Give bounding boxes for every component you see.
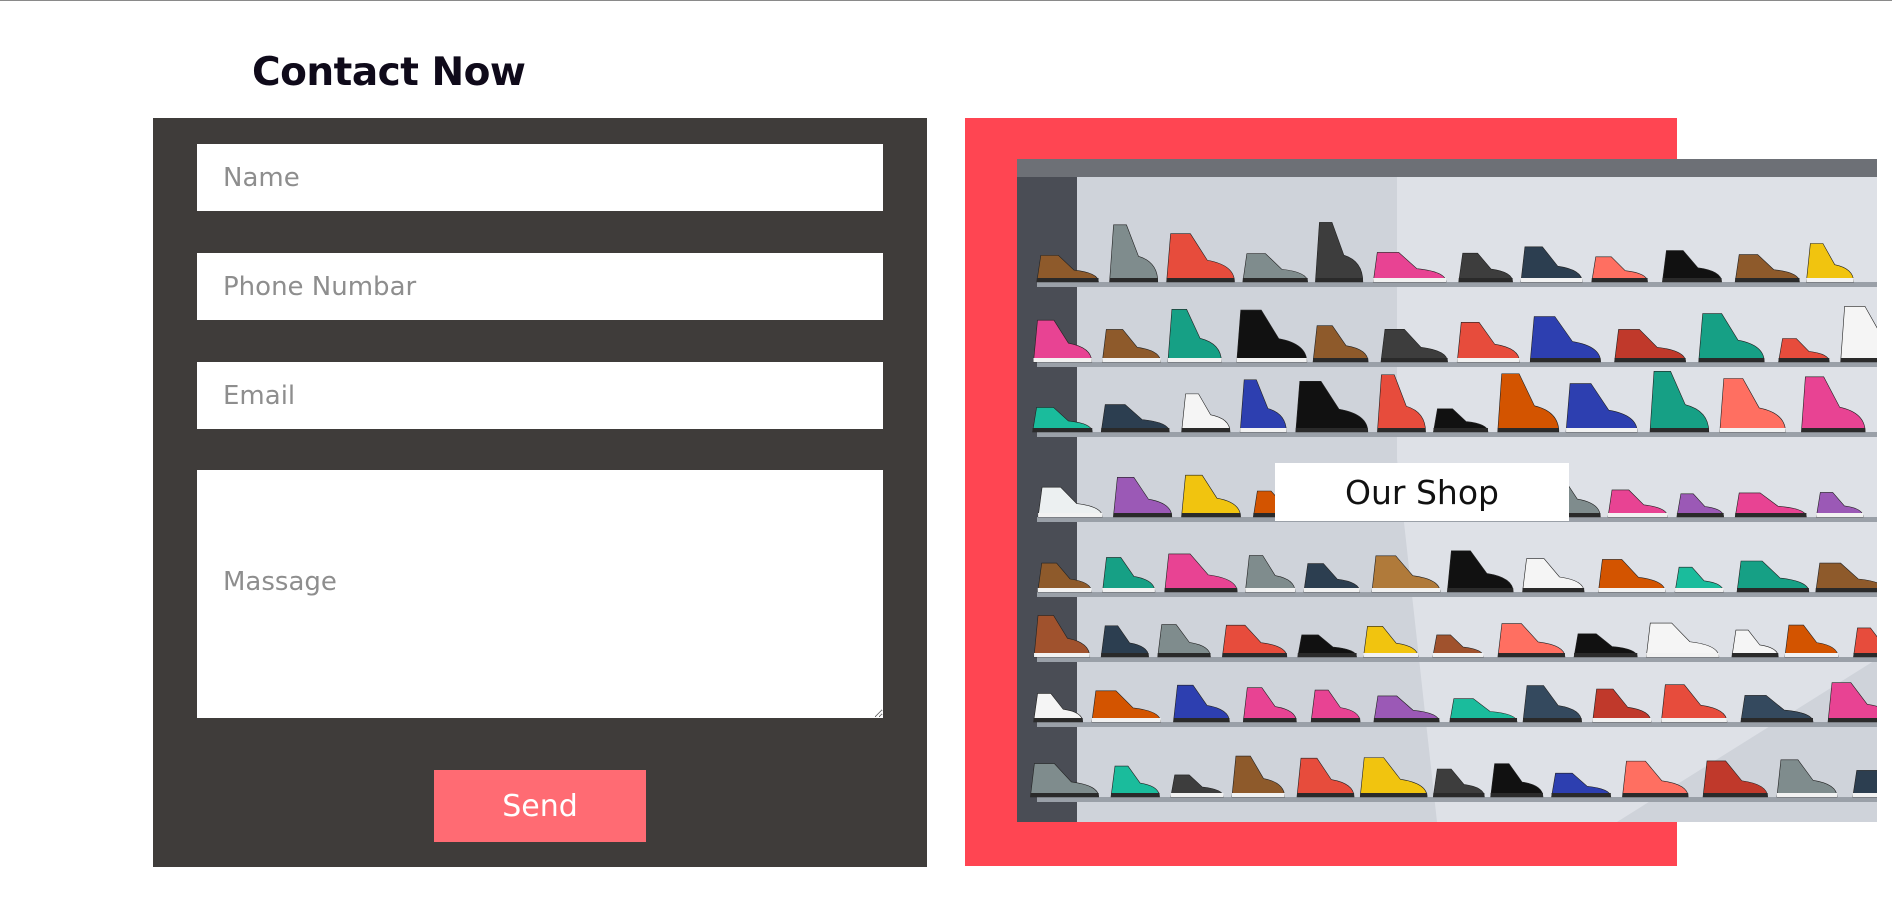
contact-form: Send [153,118,927,867]
top-divider [0,0,1892,1]
message-textarea[interactable] [197,470,883,718]
page-title: Contact Now [252,50,526,95]
email-input[interactable] [197,362,883,429]
shop-label: Our Shop [1275,463,1569,521]
send-button[interactable]: Send [434,770,646,842]
phone-input[interactable] [197,253,883,320]
name-input[interactable] [197,144,883,211]
